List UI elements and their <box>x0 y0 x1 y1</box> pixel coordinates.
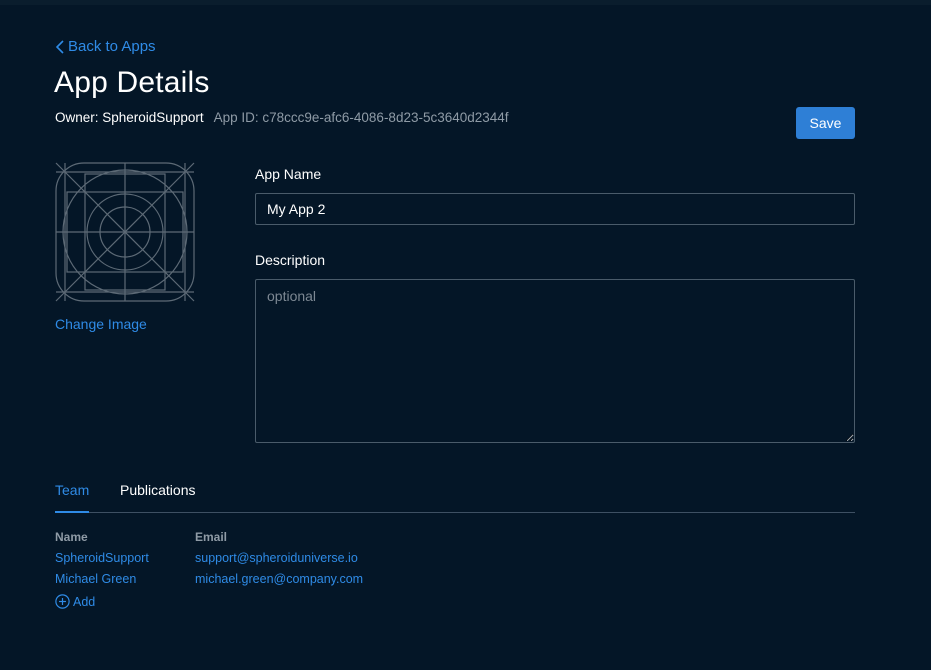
tab-team[interactable]: Team <box>55 482 89 513</box>
team-member-email[interactable]: michael.green@company.com <box>195 572 363 586</box>
top-bar <box>0 0 931 5</box>
app-name-label: App Name <box>255 166 322 182</box>
add-member-label: Add <box>73 594 96 609</box>
team-member-name[interactable]: SpheroidSupport <box>55 551 149 565</box>
description-label: Description <box>255 252 326 268</box>
owner-label: Owner: SpheroidSupport <box>55 110 204 125</box>
team-member-email[interactable]: support@spheroiduniverse.io <box>195 551 358 565</box>
back-link-label: Back to Apps <box>68 38 156 55</box>
app-name-input[interactable] <box>255 193 855 225</box>
tab-bar: Team Publications <box>55 475 855 513</box>
page-title: App Details <box>54 66 210 99</box>
app-id-label: App ID: c78ccc9e-afc6-4086-8d23-5c3640d2… <box>213 110 509 125</box>
add-member-button[interactable]: Add <box>55 594 95 609</box>
column-header-email: Email <box>195 530 228 544</box>
column-header-name: Name <box>55 530 88 544</box>
app-icon-placeholder[interactable] <box>55 162 195 302</box>
back-to-apps-link[interactable]: Back to Apps <box>55 38 156 55</box>
team-member-name[interactable]: Michael Green <box>55 572 136 586</box>
save-button[interactable]: Save <box>796 107 855 139</box>
change-image-link[interactable]: Change Image <box>55 316 147 332</box>
tab-publications[interactable]: Publications <box>120 482 196 498</box>
chevron-left-icon <box>55 39 64 54</box>
app-meta: Owner: SpheroidSupport App ID: c78ccc9e-… <box>55 110 509 125</box>
description-textarea[interactable] <box>255 279 855 443</box>
plus-circle-icon <box>55 594 70 609</box>
